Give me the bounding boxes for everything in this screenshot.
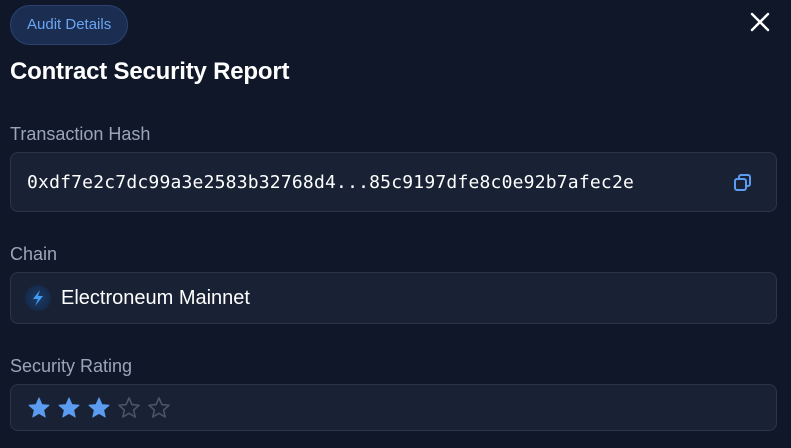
star-filled-icon [28,397,50,417]
badge-label: Audit Details [27,16,112,33]
chain-name: Electroneum Mainnet [61,286,250,309]
transaction-hash-field: 0xdf7e2c7dc99a3e2583b32768d4...85c9197df… [10,152,777,212]
star-filled-icon [88,397,110,417]
audit-details-badge: Audit Details [10,5,129,45]
star-rating [27,396,171,420]
copy-hash-button[interactable] [732,172,754,194]
chain-field: Electroneum Mainnet [10,272,777,324]
audit-details-modal: Audit Details Contract Security Report T… [0,0,791,448]
security-rating-label: Security Rating [10,356,133,376]
close-button[interactable] [744,6,776,38]
star-filled-icon [58,397,80,417]
close-icon [750,12,770,32]
security-rating-field [10,384,777,431]
chain-label: Chain [10,244,58,264]
transaction-hash-value: 0xdf7e2c7dc99a3e2583b32768d4...85c9197df… [27,171,635,193]
star-empty-icon [148,396,170,418]
transaction-hash-label: Transaction Hash [10,124,151,144]
page-title: Contract Security Report [10,58,290,85]
copy-icon [734,174,751,191]
lightning-bolt-icon [25,285,51,311]
star-empty-icon [118,396,140,418]
